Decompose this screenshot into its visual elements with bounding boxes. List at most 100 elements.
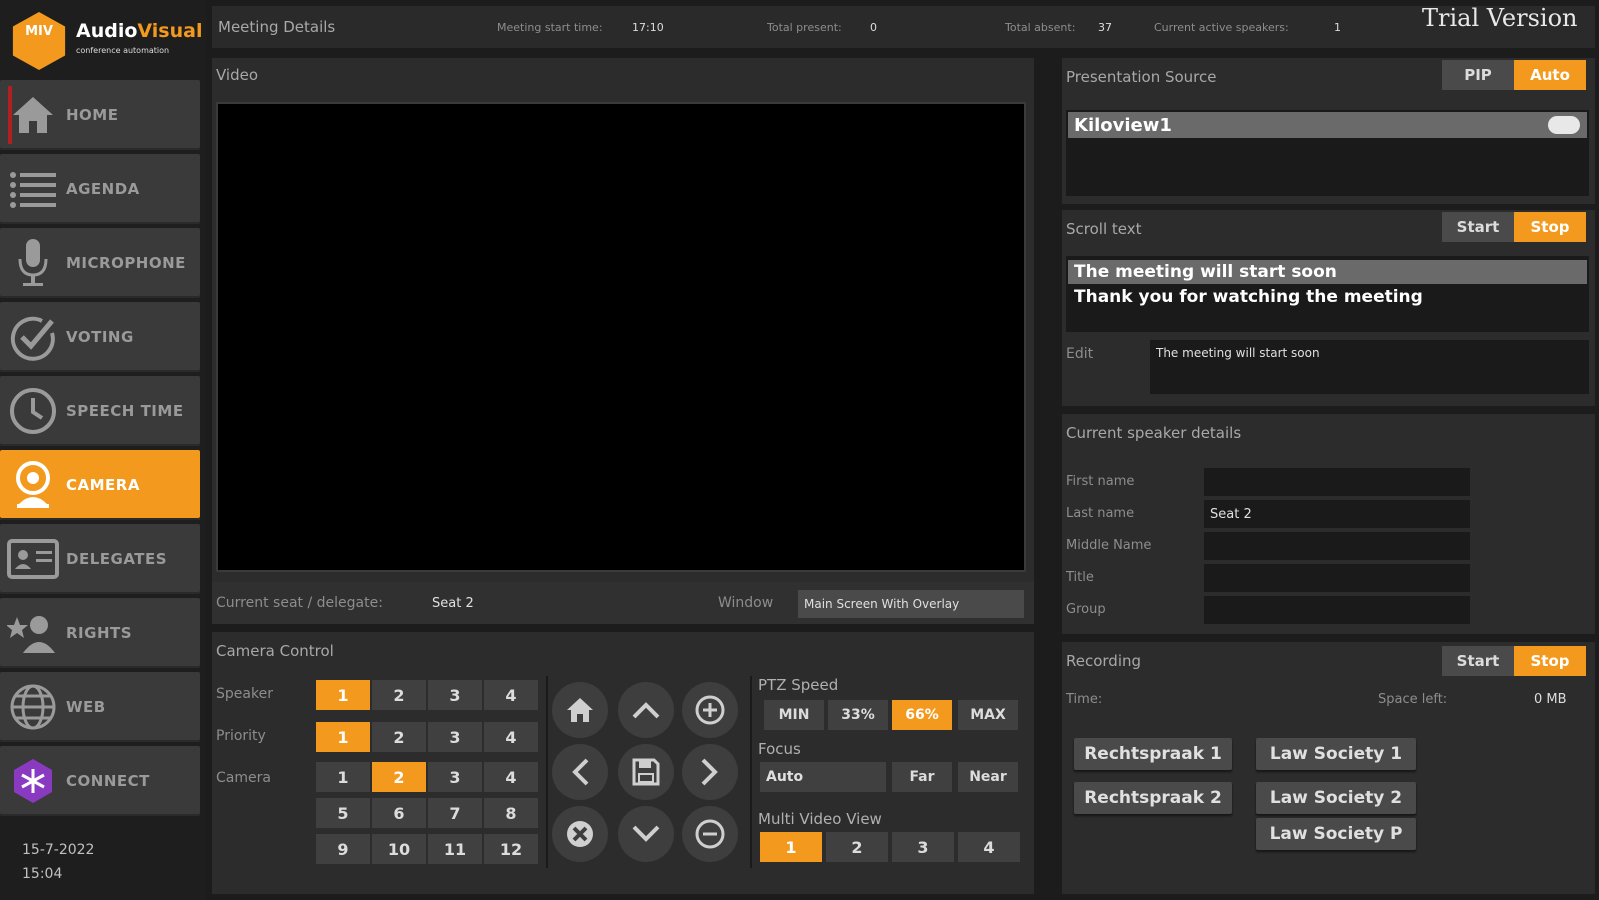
multi-view-button[interactable]: 3 [892,832,954,862]
ptz-right-button[interactable] [682,744,738,800]
speaker-button[interactable]: 1 [316,680,370,710]
source-toggle[interactable] [1548,116,1580,134]
nav-speech-time[interactable]: SPEECH TIME [0,376,200,446]
meeting-title: Meeting Details [218,18,336,36]
title-field [1204,564,1470,592]
nav-home[interactable]: HOME [0,80,200,150]
nav-voting[interactable]: VOTING [0,302,200,372]
camera-button[interactable]: 4 [484,762,538,792]
scroll-item[interactable]: The meeting will start soon [1068,260,1587,284]
focus-select[interactable]: Auto [760,762,886,792]
camera-button[interactable]: 12 [484,834,538,864]
logo-name-b: Visual [137,20,203,42]
nav-connect[interactable]: CONNECT [0,746,200,816]
record-time-label: Time: [1066,692,1103,707]
camera-control-title: Camera Control [216,642,334,660]
priority-row-label: Priority [216,728,266,744]
focus-far-button[interactable]: Far [892,762,952,792]
focus-near-button[interactable]: Near [958,762,1018,792]
nav-label: CONNECT [66,772,150,790]
camera-button[interactable]: 6 [372,798,426,828]
camera-button[interactable]: 10 [372,834,426,864]
recording-title: Recording [1066,652,1142,670]
nav-label: SPEECH TIME [66,402,184,420]
ptz-speed-button[interactable]: 66% [892,700,952,730]
seat-label: Current seat / delegate: [216,595,383,611]
logo-name-a: Audio [76,20,138,42]
ptz-speed-button[interactable]: 33% [828,700,888,730]
seat-value: Seat 2 [432,596,474,611]
priority-button[interactable]: 3 [428,722,482,752]
chevron-down-icon [632,825,660,842]
speaker-panel: Current speaker details First name Last … [1062,414,1595,634]
ptz-speed-button[interactable]: MAX [958,700,1018,730]
preset-rechtspraak-2-button[interactable]: Rechtspraak 2 [1074,782,1232,814]
camera-button[interactable]: 2 [372,762,426,792]
scroll-edit-input[interactable]: The meeting will start soon [1150,340,1589,394]
scroll-start-button[interactable]: Start [1442,212,1514,242]
camera-button[interactable]: 8 [484,798,538,828]
zoom-out-button[interactable] [682,806,738,862]
nav-camera[interactable]: CAMERA [0,450,200,520]
window-select[interactable]: Main Screen With Overlay [798,590,1024,618]
preset-law-society-1-button[interactable]: Law Society 1 [1256,738,1416,770]
source-item[interactable]: Kiloview1 [1068,112,1587,138]
brand-logo: MIV AudioVisual conference automation [8,10,202,70]
scroll-item[interactable]: Thank you for watching the meeting [1068,285,1587,309]
ptz-up-button[interactable] [618,682,674,738]
current-date: 15-7-2022 [22,842,95,858]
scroll-stop-button[interactable]: Stop [1514,212,1586,242]
multi-view-button[interactable]: 4 [958,832,1020,862]
nav-microphone[interactable]: MICROPHONE [0,228,200,298]
ptz-down-button[interactable] [618,806,674,862]
priority-button[interactable]: 1 [316,722,370,752]
speaker-button[interactable]: 2 [372,680,426,710]
meeting-details-bar: Meeting Details Meeting start time: 17:1… [212,4,1595,48]
zoom-in-button[interactable] [682,682,738,738]
nav-web[interactable]: WEB [0,672,200,742]
multi-view-button[interactable]: 2 [826,832,888,862]
globe-icon [0,682,66,732]
save-preset-button[interactable] [618,744,674,800]
id-card-icon [0,537,66,581]
scroll-title: Scroll text [1066,220,1142,238]
camera-button[interactable]: 9 [316,834,370,864]
camera-button[interactable]: 1 [316,762,370,792]
speaker-button[interactable]: 4 [484,680,538,710]
speaker-button[interactable]: 3 [428,680,482,710]
multi-video-view-label: Multi Video View [758,810,882,828]
nav-delegates[interactable]: DELEGATES [0,524,200,594]
priority-button[interactable]: 2 [372,722,426,752]
clear-preset-button[interactable] [552,806,608,862]
camera-button[interactable]: 7 [428,798,482,828]
speaker-row-label: Speaker [216,686,273,702]
preset-law-society-p-button[interactable]: Law Society P [1256,818,1416,850]
pip-button[interactable]: PIP [1442,60,1514,90]
ptz-speed-button[interactable]: MIN [764,700,824,730]
chevron-left-icon [572,758,589,786]
camera-button[interactable]: 5 [316,798,370,828]
auto-button[interactable]: Auto [1514,60,1586,90]
preset-rechtspraak-1-button[interactable]: Rechtspraak 1 [1074,738,1232,770]
camera-button[interactable]: 3 [428,762,482,792]
divider [750,676,752,868]
record-stop-button[interactable]: Stop [1514,646,1586,676]
nav-agenda[interactable]: AGENDA [0,154,200,224]
record-start-button[interactable]: Start [1442,646,1514,676]
preset-law-society-2-button[interactable]: Law Society 2 [1256,782,1416,814]
clock-icon [0,386,66,436]
present-value: 0 [870,21,877,34]
middle-name-label: Middle Name [1066,538,1152,553]
priority-button[interactable]: 4 [484,722,538,752]
presentation-panel: Presentation Source PIP Auto Kiloview1 [1062,58,1595,204]
absent-value: 37 [1098,21,1112,34]
chevron-up-icon [632,702,660,719]
ptz-home-button[interactable] [552,682,608,738]
nav-rights[interactable]: RIGHTS [0,598,200,668]
multi-view-button[interactable]: 1 [760,832,822,862]
trial-watermark: Trial Version [1422,4,1578,32]
ptz-left-button[interactable] [552,744,608,800]
presentation-title: Presentation Source [1066,68,1217,86]
camera-button[interactable]: 11 [428,834,482,864]
close-circle-icon [567,821,593,847]
